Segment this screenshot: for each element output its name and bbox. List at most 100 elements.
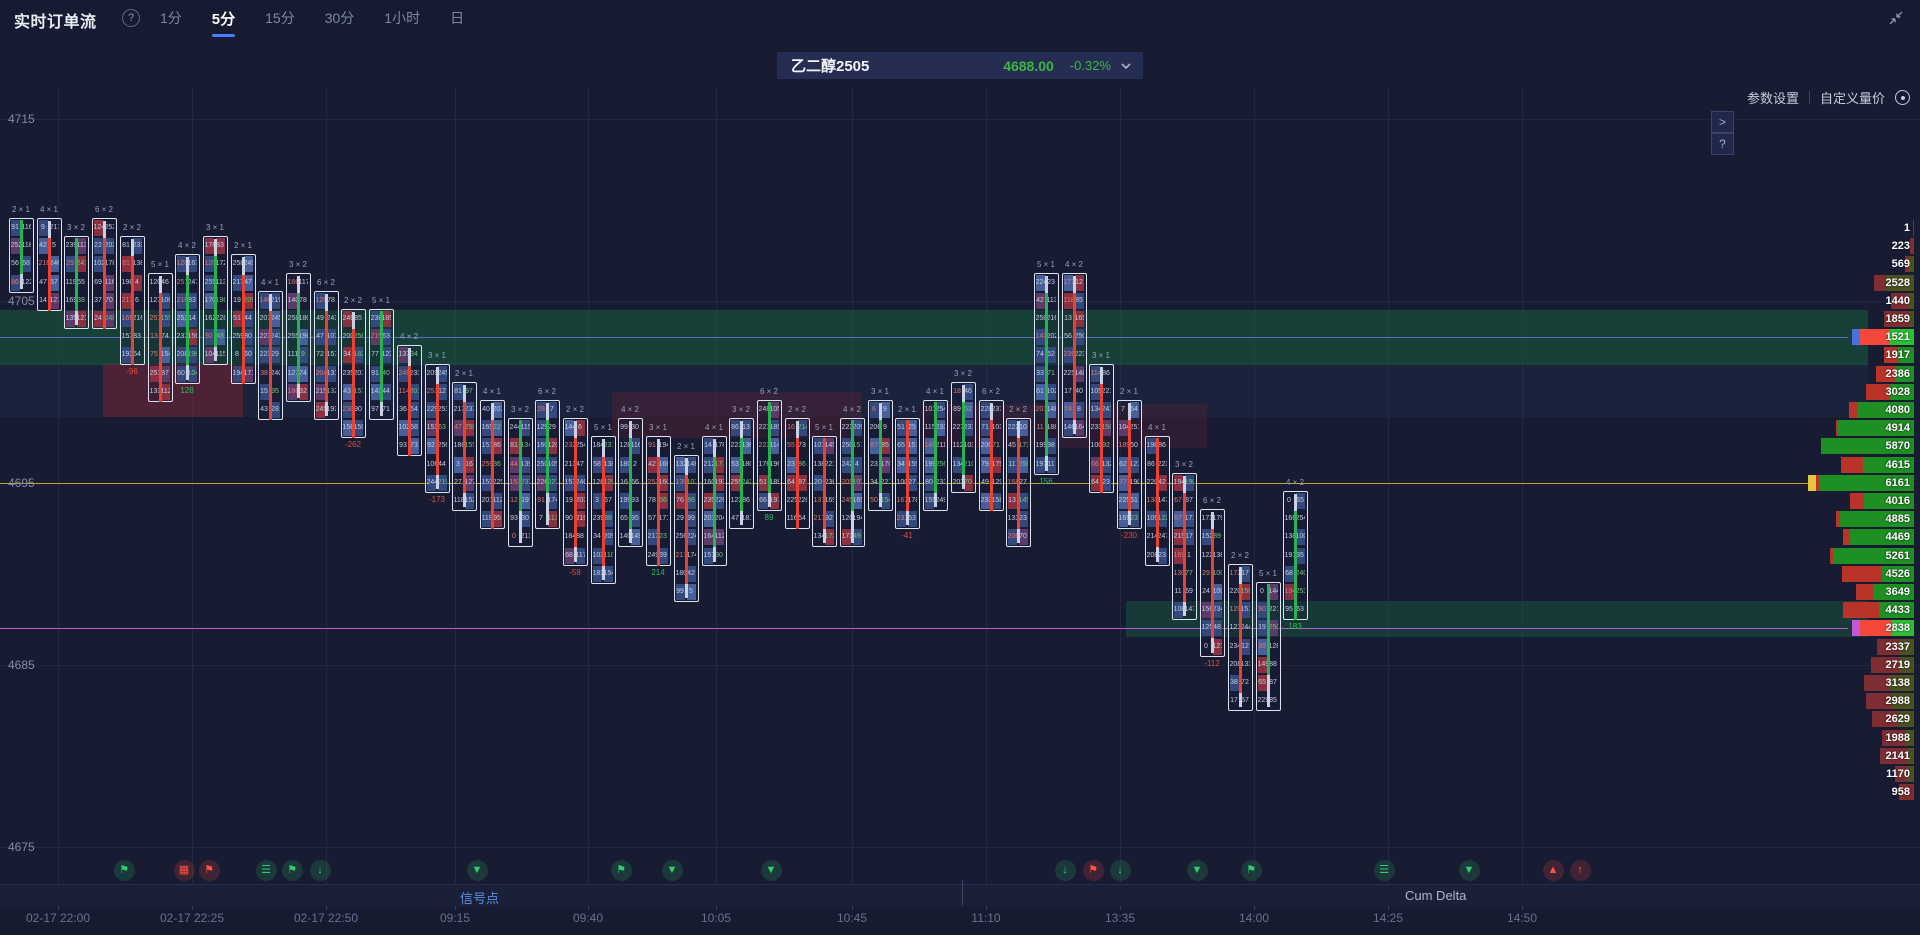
footprint-cell-ask: 146 [687, 457, 696, 473]
tab-5min[interactable]: 5分 [210, 0, 237, 37]
tab-1min[interactable]: 1分 [158, 0, 184, 36]
footprint-candle[interactable]: 22210451731125816827131451332320670 [1006, 418, 1031, 547]
footprint-candle[interactable]: 014490221192503912814988658722985 [1256, 582, 1281, 711]
footprint-candle[interactable]: 91116252118566886122 [9, 218, 34, 293]
footprint-candle[interactable]: 8123381138198421761652161578319354 [120, 236, 145, 365]
footprint-candle[interactable]: 1417821217116019323522620120416411215730 [702, 436, 727, 566]
expand-panel-button[interactable]: > [1711, 111, 1734, 133]
footprint-candle[interactable]: 24985200256341822352074315723090158159 [341, 309, 366, 438]
signal-pin-icon[interactable]: ⚑ [282, 860, 303, 881]
signal-pin-icon[interactable]: ⚑ [1241, 860, 1262, 881]
signal-layers-icon[interactable]: ☰ [256, 860, 277, 881]
symbol-selector[interactable]: 乙二醇2505 4688.00 -0.32% [777, 52, 1143, 79]
signal-grid-icon[interactable]: ▦ [174, 860, 195, 881]
footprint-cell-bid: 13 [150, 329, 159, 345]
signal-tdown-icon[interactable]: ▼ [761, 860, 782, 881]
footprint-candle[interactable]: 12678492434710772157204131215132245193 [314, 291, 339, 420]
footprint-candle[interactable]: 19886862232204213014710912221424720823 [1145, 436, 1170, 566]
footprint-candle[interactable]: 2441158113444139153237121993300213 [508, 418, 533, 547]
custom-volume-price-button[interactable]: 自定义量价 [1820, 88, 1885, 107]
footprint-candle[interactable]: 239113292411195516938135121 [64, 236, 89, 329]
footprint-candle[interactable]: 06516625413810019135682401942539563 [1283, 491, 1308, 620]
signal-tdown-icon[interactable]: ▼ [662, 860, 683, 881]
footprint-cell-ask: 209 [604, 529, 613, 545]
footprint-candle[interactable]: 81972172374725818815531627127118152 [452, 382, 477, 511]
signal-tdown-icon[interactable]: ▼ [1187, 860, 1208, 881]
footprint-candle[interactable]: 120167251247216832531423715620819660104 [175, 254, 200, 384]
signal-down-icon[interactable]: ↓ [310, 860, 331, 881]
footprint-candle[interactable]: 1846895222723711210313421020370 [951, 382, 976, 493]
footprint-candle[interactable]: 176831201722551131701961622289248104115 [203, 236, 228, 365]
signal-tup-icon[interactable]: ▲ [1543, 860, 1564, 881]
footprint-candle[interactable]: 223209250157242420910724516512019417349 [840, 418, 865, 547]
signal-pin-icon[interactable]: ⚑ [611, 860, 632, 881]
tab-30min[interactable]: 30分 [323, 0, 357, 36]
settings-button[interactable]: 参数设置 [1747, 88, 1799, 107]
panel-help-button[interactable]: ? [1711, 133, 1734, 155]
footprint-candle[interactable]: 28712929160120250105226227911747113 [535, 400, 560, 529]
footprint-candle[interactable]: 1621455732386648722522611654 [785, 418, 810, 529]
footprint-candle[interactable]: 1071451382212023613716921792134173 [812, 436, 837, 547]
footprint-candle[interactable]: 1242522220210217869116377024248 [92, 218, 117, 329]
footprint-candle[interactable]: 1661171407825818025519611191277418632 [286, 273, 311, 402]
signal-points-label[interactable]: 信号点 [460, 888, 499, 907]
footprint-cell-ask: 173 [1019, 438, 1028, 454]
footprint-candle[interactable]: 137342492331142013654102589373 [397, 345, 422, 456]
footprint-cell-ask: 60 [244, 347, 253, 363]
footprint-candle[interactable]: 1321461391077686299925622421717418042995 [674, 455, 699, 602]
signal-tdown-icon[interactable]: ▼ [467, 860, 488, 881]
signal-layers-icon[interactable]: ☰ [1374, 860, 1395, 881]
footprint-candle[interactable]: 7641042511895062127771902255116923 [1117, 400, 1142, 529]
footprint-candle[interactable]: 2242342113258216143202745233716110220114… [1034, 273, 1059, 475]
tab-1hour[interactable]: 1小时 [382, 0, 422, 36]
footprint-cell-bid: 184 [565, 529, 574, 545]
footprint-cell-bid: 149 [1258, 657, 1267, 673]
collapse-icon[interactable] [1886, 8, 1906, 28]
footprint-candle[interactable]: 194190678767171215171691130771169108147 [1172, 473, 1197, 620]
footprint-candle[interactable]: 512565157341551002716717823153 [895, 418, 920, 529]
footprint-cell-bid: 68 [565, 548, 574, 564]
candle-ratio-label: 2 × 2 [1222, 551, 1258, 560]
footprint-cell-ask: 155 [465, 438, 474, 454]
footprint-cell-bid: 42 [1036, 293, 1045, 309]
cum-delta-label[interactable]: Cum Delta [1405, 888, 1466, 903]
signal-down-icon[interactable]: ↓ [1055, 860, 1076, 881]
footprint-cell-bid: 198 [1147, 438, 1156, 454]
signal-pin-icon[interactable]: ⚑ [1083, 860, 1104, 881]
signal-down-icon[interactable]: ↓ [1110, 860, 1131, 881]
chevron-down-icon[interactable] [1119, 59, 1133, 73]
footprint-cell-ask: 213 [521, 529, 530, 545]
footprint-candle[interactable]: 993012811618021666199936595140149 [618, 418, 643, 547]
footprint-candle[interactable]: 146219207245223243223293824015954328 [258, 291, 283, 420]
footprint-candle[interactable]: 1148610522113424123315010092661326423 [1089, 364, 1114, 493]
footprint-cell-ask: 115 [521, 420, 530, 436]
signal-tdown-icon[interactable]: ▼ [1459, 860, 1480, 881]
tab-day[interactable]: 日 [448, 0, 466, 36]
footprint-candle[interactable]: 1721722015612915112124423412208133387217… [1228, 564, 1253, 711]
footprint-candle[interactable]: 91194421662531607856571712172324939 [646, 436, 671, 566]
tab-15min[interactable]: 15分 [263, 0, 297, 36]
signal-pin-icon[interactable]: ⚑ [199, 860, 220, 881]
footprint-cell-bid: 212 [704, 457, 713, 473]
footprint-candle[interactable]: 1204612710625115513747515425787133112 [148, 273, 173, 402]
footprint-candle[interactable]: 1842375813812612936723988342091031101831… [591, 436, 616, 584]
symbol-change: -0.32% [1070, 58, 1111, 73]
footprint-candle[interactable]: 8613223136531802552431238647181 [729, 418, 754, 529]
footprint-candle[interactable]: 20924525312229253153639225610644244219 [425, 364, 450, 493]
signal-up-icon[interactable]: ↑ [1570, 860, 1591, 881]
signal-pin-icon[interactable]: ⚑ [114, 860, 135, 881]
footprint-candle[interactable]: 22823771103200717917549129233158 [979, 400, 1004, 511]
footprint-candle[interactable]: 1731791528912213829100241001562341254801… [1200, 509, 1225, 657]
footprint-candle[interactable]: 10125411523314921119925680233155249 [923, 400, 948, 511]
footprint-candle[interactable]: 2582492174719209514425980860194171 [231, 254, 256, 384]
footprint-candle[interactable]: 23818521563771239140143449771 [369, 309, 394, 420]
footprint-cell-ask: 89 [1213, 529, 1222, 545]
help-icon[interactable]: ? [122, 9, 140, 27]
footprint-candle[interactable]: 6920698785231703422150154 [868, 400, 893, 511]
footprint-candle[interactable]: 1446232254213471572461920390219184886811… [563, 418, 588, 566]
footprint-candle[interactable]: 4020716522151862593615322520111211995 [480, 400, 505, 529]
footprint-candle[interactable]: 2481052271892231141761965118966197 [757, 400, 782, 511]
target-icon[interactable] [1895, 90, 1910, 105]
footprint-cell-ask: 48 [1213, 620, 1222, 636]
footprint-cell-ask: 92 [1102, 438, 1111, 454]
